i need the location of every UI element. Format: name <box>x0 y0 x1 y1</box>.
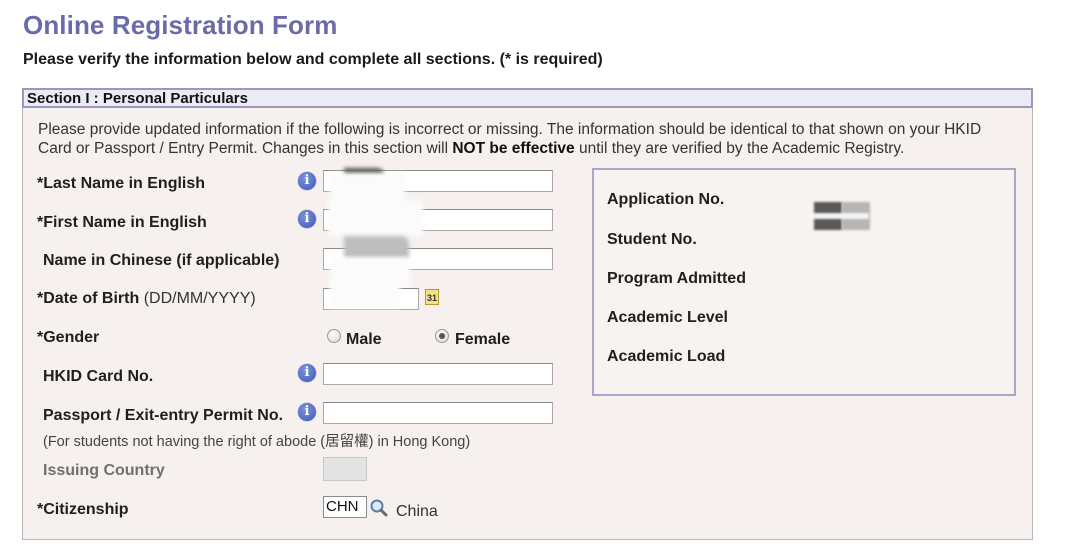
info-icon[interactable]: i <box>298 172 316 190</box>
redaction <box>809 213 869 219</box>
academic-level-label: Academic Level <box>607 309 728 326</box>
gender-female-radio[interactable] <box>435 329 449 343</box>
section-intro: Please provide updated information if th… <box>38 120 1018 158</box>
search-icon[interactable] <box>369 498 389 518</box>
gender-female-label[interactable]: Female <box>455 331 510 349</box>
citizenship-label: *Citizenship <box>37 501 129 518</box>
first-name-label: *First Name in English <box>37 214 207 231</box>
page-title: Online Registration Form <box>23 10 338 40</box>
dob-label: *Date of Birth (DD/MM/YYYY) <box>37 290 256 308</box>
redaction <box>344 236 409 258</box>
student-no-label: Student No. <box>607 231 697 248</box>
citizenship-code-input[interactable]: CHN <box>323 496 367 518</box>
academic-load-label: Academic Load <box>607 348 726 365</box>
dob-label-text: *Date of Birth <box>37 290 140 307</box>
hkid-label: HKID Card No. <box>43 368 154 385</box>
redaction <box>328 200 423 236</box>
passport-input[interactable] <box>323 402 553 424</box>
intro-emphasis: NOT be effective <box>452 140 575 157</box>
hkid-input[interactable] <box>323 363 553 385</box>
chinese-name-label: Name in Chinese (if applicable) <box>43 252 280 269</box>
passport-note: (For students not having the right of ab… <box>43 434 471 450</box>
last-name-label: *Last Name in English <box>37 175 206 192</box>
program-admitted-label: Program Admitted <box>607 270 746 287</box>
info-icon[interactable]: i <box>298 364 316 382</box>
application-no-label: Application No. <box>607 191 725 208</box>
calendar-icon[interactable]: 31 <box>425 289 439 305</box>
dob-format-hint: (DD/MM/YYYY) <box>143 290 256 307</box>
intro-text-end: until they are verified by the Academic … <box>574 140 905 157</box>
issuing-country-label: Issuing Country <box>43 462 165 479</box>
gender-male-label[interactable]: Male <box>346 331 382 349</box>
gender-male-radio[interactable] <box>327 329 341 343</box>
redaction <box>330 173 405 203</box>
info-icon[interactable]: i <box>298 210 316 228</box>
info-icon[interactable]: i <box>298 403 316 421</box>
citizenship-description: China <box>396 503 438 520</box>
issuing-country-input <box>323 457 367 481</box>
section-header: Section I : Personal Particulars <box>22 88 1033 108</box>
gender-label: *Gender <box>37 329 100 346</box>
passport-label: Passport / Exit-entry Permit No. <box>43 407 284 424</box>
redaction <box>330 282 400 308</box>
academic-info-box: Application No. Student No. Program Admi… <box>592 168 1016 396</box>
page-subtitle: Please verify the information below and … <box>23 51 603 68</box>
